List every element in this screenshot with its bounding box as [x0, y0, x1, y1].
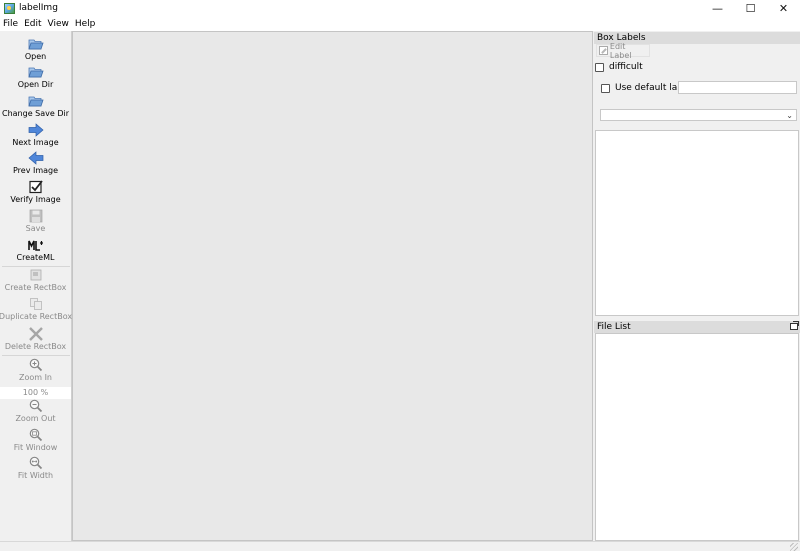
use-default-label-checkbox[interactable]	[601, 83, 610, 93]
edit-label-text: Edit Label	[609, 41, 632, 60]
chevron-down-icon: ⌄	[786, 111, 793, 120]
verify-image-button[interactable]: Verify Image	[0, 180, 71, 208]
difficult-checkbox-row[interactable]: difficult	[595, 62, 643, 72]
prev-image-button[interactable]: Prev Image	[0, 151, 71, 179]
fit-width-label: Fit Width	[17, 471, 54, 480]
zoom-fit-window-icon	[28, 428, 44, 442]
open-dir-label: Open Dir	[17, 80, 54, 89]
open-label: Open	[24, 52, 47, 61]
status-bar	[0, 541, 800, 551]
zoom-in-button[interactable]: Zoom In	[0, 358, 71, 386]
folder-open-icon	[27, 65, 44, 79]
next-image-label: Next Image	[12, 138, 59, 147]
zoom-out-label: Zoom Out	[15, 414, 56, 423]
delete-x-icon	[28, 327, 44, 341]
label-list[interactable]	[595, 130, 799, 316]
title-bar: labelImg — ☐ ✕	[0, 0, 800, 16]
copy-icon	[28, 297, 44, 311]
left-toolbar: Open Open Dir Change Save Dir Next Image…	[0, 31, 72, 541]
undock-float-icon[interactable]	[790, 321, 799, 330]
duplicate-rectbox-button[interactable]: Duplicate RectBox	[0, 297, 73, 325]
folder-open-icon	[27, 94, 44, 108]
createml-label: CreateML	[16, 253, 55, 262]
delete-rectbox-label: Delete RectBox	[4, 342, 67, 351]
fit-width-button[interactable]: Fit Width	[0, 456, 71, 484]
right-dock-panel: Box Labels Edit Label difficult Use defa…	[594, 31, 800, 541]
zoom-in-label: Zoom In	[18, 373, 53, 382]
difficult-label: difficult	[609, 62, 643, 72]
duplicate-rectbox-label: Duplicate RectBox	[0, 312, 73, 321]
zoom-in-icon	[28, 358, 44, 372]
minimize-button[interactable]: —	[701, 0, 734, 16]
change-save-dir-button[interactable]: Change Save Dir	[0, 94, 71, 122]
delete-rectbox-button[interactable]: Delete RectBox	[0, 327, 71, 355]
verify-image-label: Verify Image	[10, 195, 61, 204]
file-list-dock-title: File List	[594, 321, 800, 333]
edit-label-button[interactable]: Edit Label	[596, 41, 650, 60]
ml-format-icon	[27, 238, 44, 252]
next-image-button[interactable]: Next Image	[0, 123, 71, 151]
close-button[interactable]: ✕	[767, 0, 800, 16]
open-button[interactable]: Open	[0, 37, 71, 65]
checkbox-checked-icon	[28, 180, 44, 194]
menu-help[interactable]: Help	[72, 19, 99, 29]
zoom-level-spinbox[interactable]: 100 %	[0, 387, 71, 399]
window-controls: — ☐ ✕	[701, 0, 800, 16]
menu-view[interactable]: View	[45, 19, 72, 29]
menu-bar: File Edit View Help	[0, 16, 800, 31]
file-list[interactable]	[595, 333, 799, 541]
floppy-disk-icon	[28, 209, 44, 223]
label-combo-box[interactable]: ⌄	[600, 109, 797, 121]
menu-edit[interactable]: Edit	[21, 19, 44, 29]
image-canvas[interactable]	[72, 31, 593, 541]
window-title: labelImg	[19, 3, 58, 13]
rectbox-icon	[28, 268, 44, 282]
arrow-right-icon	[28, 123, 44, 137]
fit-window-button[interactable]: Fit Window	[0, 428, 71, 456]
toolbar-separator	[2, 266, 70, 267]
fit-window-label: Fit Window	[13, 443, 58, 452]
difficult-checkbox[interactable]	[595, 62, 604, 72]
default-label-input[interactable]	[678, 81, 797, 94]
edit-pencil-icon	[599, 46, 608, 55]
resize-grip-icon[interactable]	[790, 543, 798, 551]
createml-button[interactable]: CreateML	[0, 238, 71, 266]
folder-open-icon	[27, 37, 44, 51]
save-label: Save	[25, 224, 46, 233]
open-dir-button[interactable]: Open Dir	[0, 65, 71, 93]
zoom-fit-width-icon	[28, 456, 44, 470]
toolbar-separator	[2, 355, 70, 356]
create-rectbox-button[interactable]: Create RectBox	[0, 268, 71, 296]
zoom-out-button[interactable]: Zoom Out	[0, 399, 71, 427]
arrow-left-icon	[27, 151, 44, 165]
change-save-dir-label: Change Save Dir	[1, 109, 70, 118]
file-list-title: File List	[597, 322, 631, 332]
labelimg-app-icon	[4, 2, 15, 14]
save-button[interactable]: Save	[0, 209, 71, 237]
prev-image-label: Prev Image	[12, 166, 59, 175]
create-rectbox-label: Create RectBox	[4, 283, 67, 292]
zoom-out-icon	[28, 399, 44, 413]
menu-file[interactable]: File	[0, 19, 21, 29]
maximize-button[interactable]: ☐	[734, 0, 767, 16]
